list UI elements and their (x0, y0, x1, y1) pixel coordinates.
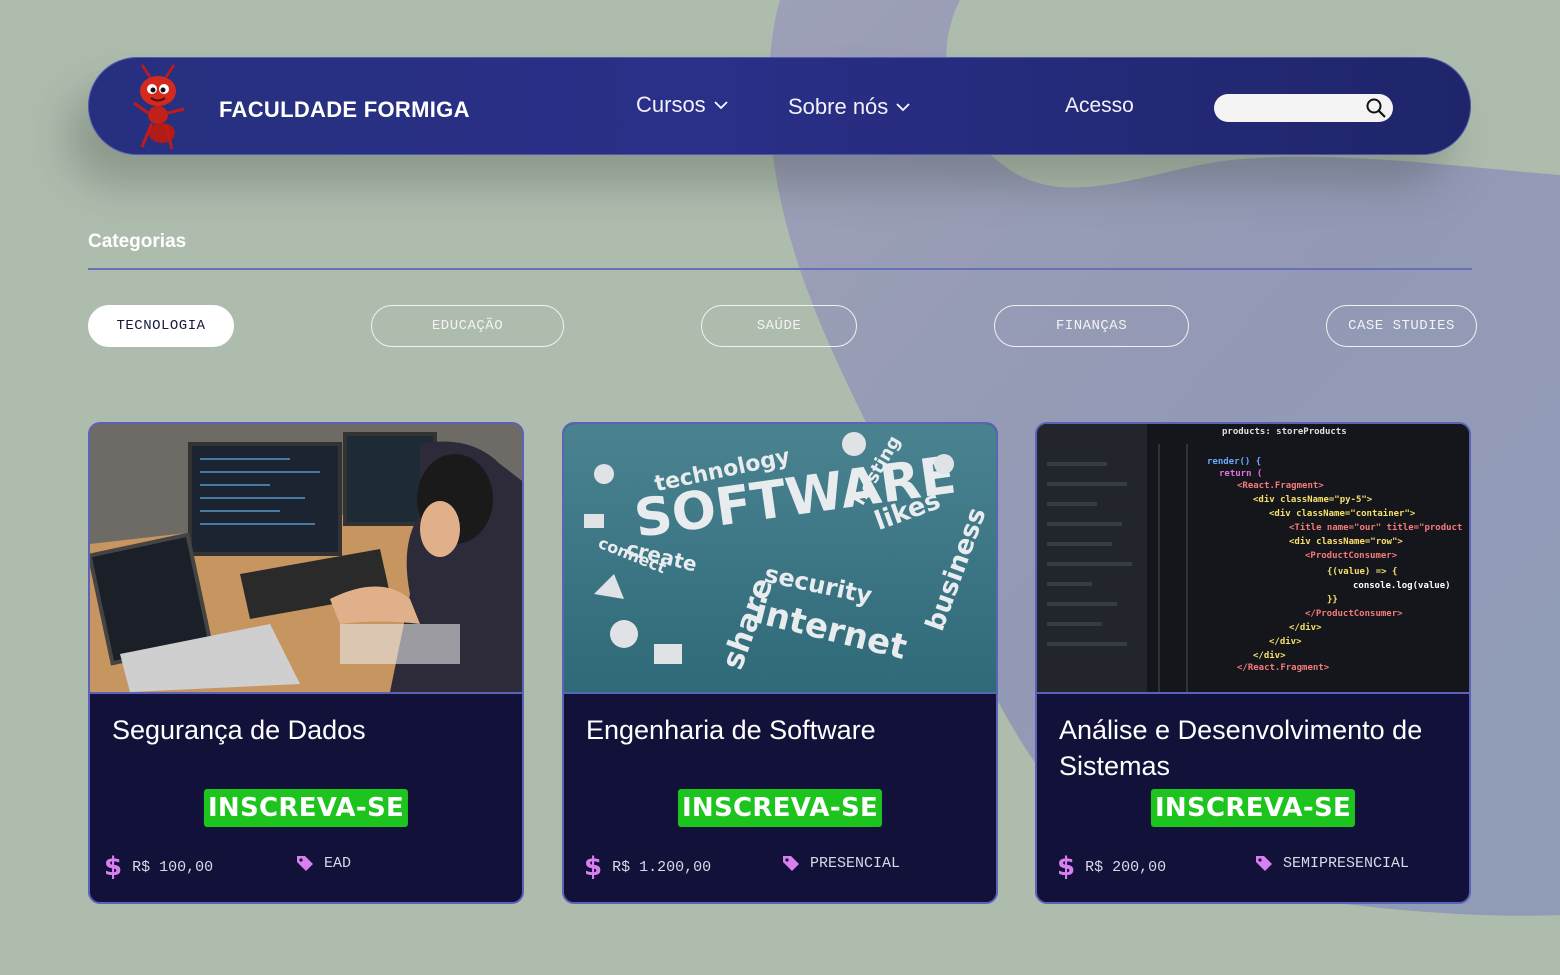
course-card[interactable]: SOFTWARE security internet technology cr… (562, 422, 998, 904)
svg-text:</React.Fragment>: </React.Fragment> (1237, 663, 1330, 673)
nav-acesso[interactable]: Acesso (1065, 94, 1134, 118)
course-price: $ R$ 200,00 (1057, 854, 1166, 880)
chevron-down-icon (714, 101, 728, 110)
svg-text:</div>: </div> (1289, 622, 1322, 633)
modality-value: SEMIPRESENCIAL (1283, 854, 1410, 872)
category-pill-financas[interactable]: FINANÇAS (994, 305, 1189, 347)
svg-text:products: storeProducts: products: storeProducts (1222, 427, 1347, 437)
brand-name[interactable]: FACULDADE FORMIGA (219, 97, 470, 123)
course-price: $ R$ 1.200,00 (584, 854, 711, 880)
course-price: $ R$ 100,00 (104, 854, 213, 880)
dollar-icon: $ (584, 852, 603, 882)
price-value: R$ 100,00 (132, 858, 214, 876)
nav-cursos[interactable]: Cursos (636, 92, 728, 118)
course-image-developer-at-desk (90, 424, 522, 692)
nav-sobre-nos-label: Sobre nós (788, 94, 889, 119)
category-pill-saude[interactable]: SAÚDE (701, 305, 857, 347)
course-image-code-editor: products: storeProducts render() { retur… (1037, 424, 1469, 692)
price-value: R$ 200,00 (1085, 858, 1167, 876)
svg-text:<div className="py-5">: <div className="py-5"> (1253, 494, 1373, 505)
search-icon[interactable] (1365, 97, 1387, 119)
dollar-icon: $ (1057, 852, 1076, 882)
price-value: R$ 1.200,00 (612, 858, 712, 876)
course-modality: SEMIPRESENCIAL (1255, 854, 1409, 872)
dollar-icon: $ (104, 852, 123, 882)
course-title: Engenharia de Software (586, 715, 876, 745)
svg-text:<div className="container">: <div className="container"> (1269, 508, 1416, 519)
category-pill-tecnologia[interactable]: TECNOLOGIA (88, 305, 234, 347)
svg-text:</div>: </div> (1269, 636, 1302, 647)
tag-icon (1256, 856, 1272, 871)
course-title: Análise e Desenvolvimento de Sistemas (1059, 715, 1423, 781)
modality-value: PRESENCIAL (810, 854, 901, 872)
svg-text:<Title name="our" title="produ: <Title name="our" title="product (1289, 522, 1462, 533)
svg-text:</div>: </div> (1253, 650, 1286, 661)
svg-text:console.log(value): console.log(value) (1353, 581, 1451, 591)
svg-text:<React.Fragment>: <React.Fragment> (1237, 481, 1324, 491)
modality-value: EAD (324, 854, 352, 872)
tag-icon (783, 856, 799, 871)
enroll-button[interactable]: INSCREVA-SE (677, 789, 883, 827)
course-title: Segurança de Dados (112, 715, 366, 745)
tag-icon (297, 856, 313, 871)
svg-text:<ProductConsumer>: <ProductConsumer> (1305, 551, 1398, 561)
course-modality: PRESENCIAL (782, 854, 900, 872)
svg-text:return (: return ( (1219, 469, 1262, 479)
course-card[interactable]: Segurança de Dados INSCREVA-SE $ R$ 100,… (88, 422, 524, 904)
categories-divider (88, 268, 1472, 270)
course-modality: EAD (296, 854, 351, 872)
chevron-down-icon (896, 103, 910, 112)
svg-text:}}: }} (1327, 595, 1338, 605)
course-card[interactable]: products: storeProducts render() { retur… (1035, 422, 1471, 904)
svg-text:<div className="row">: <div className="row"> (1289, 536, 1403, 547)
search-input[interactable] (1214, 94, 1354, 122)
category-pill-case-studies[interactable]: CASE STUDIES (1326, 305, 1477, 347)
category-pill-educacao[interactable]: EDUCAÇÃO (371, 305, 564, 347)
search-bar (1214, 94, 1393, 122)
top-navbar: FACULDADE FORMIGA Cursos Sobre nós Acess… (88, 57, 1471, 155)
enroll-button[interactable]: INSCREVA-SE (1150, 789, 1356, 827)
nav-sobre-nos[interactable]: Sobre nós (788, 94, 910, 120)
categories-title: Categorias (88, 231, 187, 252)
ant-mascot-icon[interactable] (128, 63, 194, 151)
course-image-software-word-cloud: SOFTWARE security internet technology cr… (564, 424, 996, 692)
nav-acesso-label: Acesso (1065, 94, 1134, 117)
nav-cursos-label: Cursos (636, 92, 706, 117)
svg-text:{(value) => {: {(value) => { (1327, 567, 1397, 577)
svg-text:</ProductConsumer>: </ProductConsumer> (1305, 609, 1403, 619)
enroll-button[interactable]: INSCREVA-SE (203, 789, 409, 827)
svg-text:render() {: render() { (1207, 457, 1261, 467)
